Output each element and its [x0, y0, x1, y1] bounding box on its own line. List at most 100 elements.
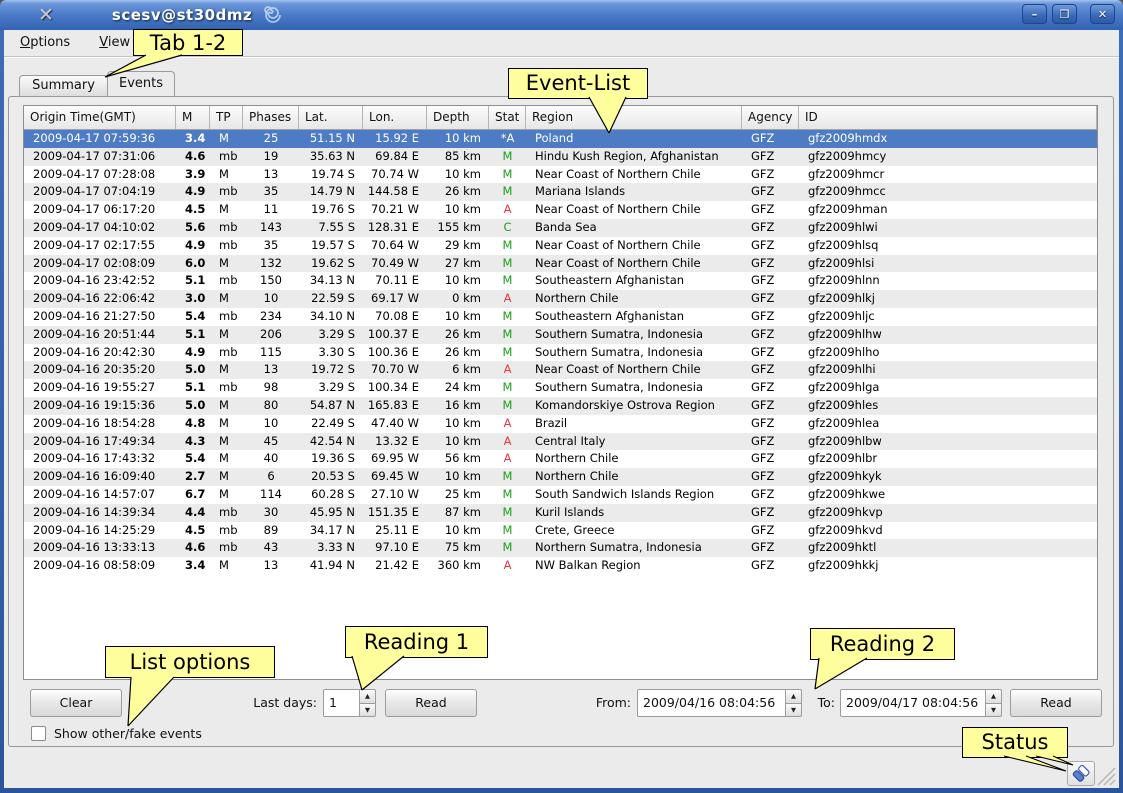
table-row[interactable]: 2009-04-16 14:57:076.7M11460.28 S27.10 W… — [24, 486, 1097, 504]
to-datetime-input[interactable]: 2009/04/17 08:04:56 — [840, 689, 986, 717]
app-icon[interactable]: ✕ — [38, 1, 54, 29]
table-cell: gfz2009hlkj — [799, 290, 1097, 308]
table-cell: mb — [210, 183, 243, 201]
minimize-button[interactable]: – — [1022, 4, 1047, 24]
tab-summary[interactable]: Summary — [19, 75, 108, 96]
column-header-origin-time-gmt-[interactable]: Origin Time(GMT) — [24, 106, 176, 129]
stepper-up-icon[interactable]: ▲ — [985, 689, 1002, 703]
table-cell: GFZ — [742, 130, 799, 148]
stepper-up-icon[interactable]: ▲ — [785, 689, 802, 703]
table-row[interactable]: 2009-04-17 07:04:194.9mb3514.79 N144.58 … — [24, 183, 1097, 201]
table-row[interactable]: 2009-04-16 19:55:275.1mb983.29 S100.34 E… — [24, 379, 1097, 397]
last-days-stepper: ▲ ▼ — [359, 689, 376, 717]
menu-view[interactable]: View — [91, 30, 138, 50]
menu-options[interactable]: Options — [12, 30, 78, 50]
table-row[interactable]: 2009-04-17 06:17:204.5M1119.76 S70.21 W1… — [24, 201, 1097, 219]
stepper-down-icon[interactable]: ▼ — [785, 703, 802, 718]
table-cell: 4.6 — [176, 539, 210, 557]
table-cell: Komandorskiye Ostrova Region — [526, 397, 742, 415]
column-header-m[interactable]: M — [176, 106, 210, 129]
table-cell: gfz2009hkkj — [799, 557, 1097, 575]
column-header-stat[interactable]: Stat — [489, 106, 526, 129]
table-cell: 4.9 — [176, 237, 210, 255]
column-header-depth[interactable]: Depth — [427, 106, 489, 129]
column-header-agency[interactable]: Agency — [742, 106, 799, 129]
table-row[interactable]: 2009-04-16 14:25:294.5mb8934.17 N25.11 E… — [24, 522, 1097, 540]
maximize-button[interactable]: ❒ — [1052, 4, 1077, 24]
table-row[interactable]: 2009-04-16 08:58:093.4M1341.94 N21.42 E3… — [24, 557, 1097, 575]
table-cell: 151.35 E — [363, 504, 427, 522]
table-row[interactable]: 2009-04-16 14:39:344.4mb3045.95 N151.35 … — [24, 504, 1097, 522]
table-cell: 100.36 E — [363, 344, 427, 362]
table-row[interactable]: 2009-04-17 02:17:554.9mb3519.57 S70.64 W… — [24, 237, 1097, 255]
table-row[interactable]: 2009-04-16 20:35:205.0M1319.72 S70.70 W6… — [24, 361, 1097, 379]
last-days-input[interactable]: 1 — [323, 689, 360, 717]
table-cell: 22.49 S — [299, 415, 363, 433]
read-range-button[interactable]: Read — [1010, 689, 1102, 717]
table-row[interactable]: 2009-04-16 19:15:365.0M8054.87 N165.83 E… — [24, 397, 1097, 415]
column-header-tp[interactable]: TP — [210, 106, 243, 129]
table-cell: 56 km — [427, 450, 489, 468]
column-header-region[interactable]: Region — [526, 106, 742, 129]
table-row[interactable]: 2009-04-17 02:08:096.0M13219.62 S70.49 W… — [24, 255, 1097, 273]
title-bar[interactable]: ✕ scesv@st30dmz – ❒ ✕ — [0, 0, 1123, 30]
table-row[interactable]: 2009-04-17 04:10:025.6mb1437.55 S128.31 … — [24, 219, 1097, 237]
tab-events[interactable]: Events — [107, 71, 175, 96]
table-row[interactable]: 2009-04-16 21:27:505.4mb23434.10 N70.08 … — [24, 308, 1097, 326]
from-datetime-input[interactable]: 2009/04/16 08:04:56 — [637, 689, 786, 717]
table-cell: 70.21 W — [363, 201, 427, 219]
table-row[interactable]: 2009-04-16 22:06:423.0M1022.59 S69.17 W0… — [24, 290, 1097, 308]
table-cell: 3.29 S — [299, 326, 363, 344]
table-body: 2009-04-17 07:59:363.4M2551.15 N15.92 E1… — [24, 130, 1097, 575]
column-header-lon-[interactable]: Lon. — [363, 106, 427, 129]
stepper-down-icon[interactable]: ▼ — [359, 703, 376, 718]
table-cell: mb — [210, 504, 243, 522]
resize-grip[interactable] — [1095, 765, 1117, 786]
stepper-up-icon[interactable]: ▲ — [359, 689, 376, 703]
table-row[interactable]: 2009-04-16 17:43:325.4M4019.36 S69.95 W5… — [24, 450, 1097, 468]
table-row[interactable]: 2009-04-16 18:54:284.8M1022.49 S47.40 W1… — [24, 415, 1097, 433]
table-cell: 2009-04-17 02:17:55 — [24, 237, 176, 255]
table-cell: GFZ — [742, 486, 799, 504]
table-cell: 10 km — [427, 415, 489, 433]
table-cell: 19.62 S — [299, 255, 363, 273]
table-cell: 15.92 E — [363, 130, 427, 148]
table-cell: M — [210, 130, 243, 148]
table-cell: 115 — [243, 344, 299, 362]
table-cell: 143 — [243, 219, 299, 237]
table-cell: GFZ — [742, 450, 799, 468]
table-cell: GFZ — [742, 308, 799, 326]
table-row[interactable]: 2009-04-17 07:59:363.4M2551.15 N15.92 E1… — [24, 130, 1097, 148]
table-row[interactable]: 2009-04-17 07:31:064.6mb1935.63 N69.84 E… — [24, 148, 1097, 166]
table-cell: M — [489, 522, 526, 540]
column-header-lat-[interactable]: Lat. — [299, 106, 363, 129]
connection-status-button[interactable] — [1067, 761, 1095, 786]
table-cell: 19.76 S — [299, 201, 363, 219]
table-row[interactable]: 2009-04-16 20:51:445.1M2063.29 S100.37 E… — [24, 326, 1097, 344]
table-row[interactable]: 2009-04-16 13:33:134.6mb433.33 N97.10 E7… — [24, 539, 1097, 557]
table-cell: GFZ — [742, 166, 799, 184]
stepper-down-icon[interactable]: ▼ — [985, 703, 1002, 718]
table-cell: M — [489, 237, 526, 255]
table-row[interactable]: 2009-04-16 16:09:402.7M620.53 S69.45 W10… — [24, 468, 1097, 486]
swirl-logo-icon — [262, 5, 286, 27]
table-row[interactable]: 2009-04-17 07:28:083.9M1319.74 S70.74 W1… — [24, 166, 1097, 184]
table-row[interactable]: 2009-04-16 20:42:304.9mb1153.30 S100.36 … — [24, 344, 1097, 362]
table-cell: M — [489, 308, 526, 326]
table-row[interactable]: 2009-04-16 17:49:344.3M4542.54 N13.32 E1… — [24, 433, 1097, 451]
close-button[interactable]: ✕ — [1090, 4, 1115, 24]
show-fake-events-checkbox[interactable] — [31, 726, 46, 741]
table-cell: GFZ — [742, 290, 799, 308]
read-last-days-button[interactable]: Read — [385, 689, 477, 717]
table-cell: 69.95 W — [363, 450, 427, 468]
column-header-phases[interactable]: Phases — [243, 106, 299, 129]
table-cell: 35.63 N — [299, 148, 363, 166]
column-header-id[interactable]: ID — [799, 106, 1097, 129]
table-cell: 34.13 N — [299, 272, 363, 290]
clear-button[interactable]: Clear — [30, 689, 122, 717]
table-cell: GFZ — [742, 397, 799, 415]
table-cell: 2009-04-16 19:55:27 — [24, 379, 176, 397]
table-cell: 132 — [243, 255, 299, 273]
table-cell: 98 — [243, 379, 299, 397]
table-row[interactable]: 2009-04-16 23:42:525.1mb15034.13 N70.11 … — [24, 272, 1097, 290]
